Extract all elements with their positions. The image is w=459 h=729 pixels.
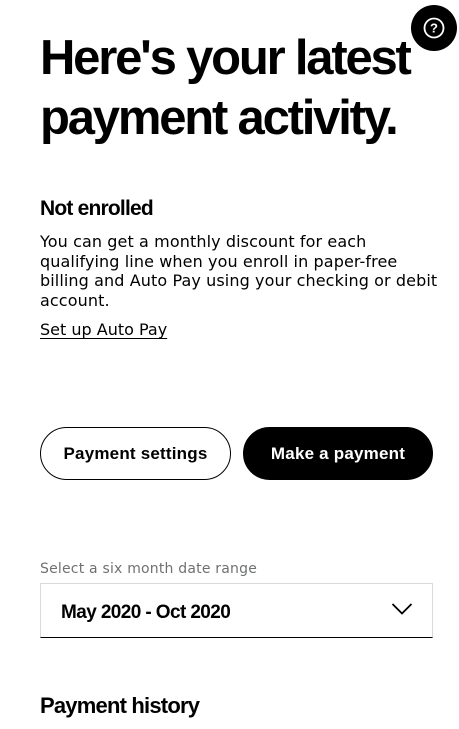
chevron-down-icon	[391, 603, 413, 615]
payment-settings-button[interactable]: Payment settings	[40, 427, 231, 480]
autopay-status-title: Not enrolled	[40, 197, 154, 220]
set-up-autopay-link[interactable]: Set up Auto Pay	[40, 320, 167, 340]
payment-history-title: Payment history	[40, 693, 200, 718]
make-payment-label: Make a payment	[270, 443, 406, 463]
svg-text:?: ?	[430, 21, 438, 36]
payment-settings-label: Payment settings	[63, 443, 208, 463]
date-range-value: May 2020 - Oct 2020	[61, 602, 231, 623]
make-payment-button[interactable]: Make a payment	[243, 427, 433, 480]
page-title: Here's your latest payment activity.	[40, 31, 412, 145]
date-range-label: Select a six month date range	[40, 561, 258, 577]
question-mark-icon: ?	[422, 16, 446, 40]
help-button[interactable]: ?	[411, 5, 457, 51]
autopay-description: You can get a monthly discount for each …	[40, 232, 438, 310]
date-range-select[interactable]: May 2020 - Oct 2020	[40, 583, 433, 638]
